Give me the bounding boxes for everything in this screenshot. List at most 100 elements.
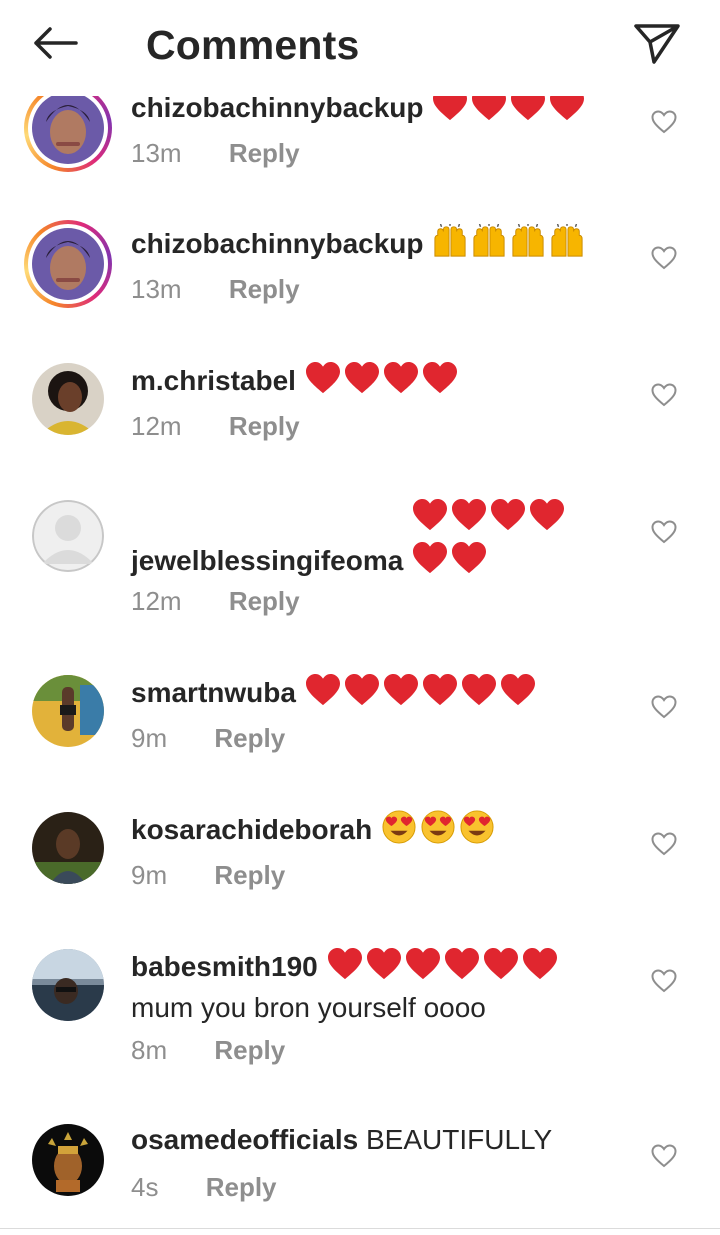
red-heart-icon — [413, 541, 448, 574]
emoji-row — [304, 361, 460, 404]
default-avatar-icon — [32, 500, 104, 572]
avatar[interactable] — [32, 675, 104, 747]
emoji-row — [304, 673, 538, 716]
avatar[interactable] — [32, 500, 104, 572]
reply-button[interactable]: Reply — [229, 411, 300, 442]
red-heart-icon — [344, 673, 379, 706]
comment-text: osamedeofficials BEAUTIFULLY — [131, 1122, 631, 1158]
avatar[interactable] — [24, 220, 112, 308]
like-heart-icon[interactable] — [651, 110, 677, 134]
page-title: Comments — [146, 22, 360, 68]
paper-plane-icon[interactable] — [630, 18, 684, 68]
comment-username[interactable]: osamedeofficials — [131, 1124, 358, 1155]
comment-meta: 13m Reply — [131, 138, 300, 169]
comment-body: mum you bron yourself oooo — [131, 992, 486, 1023]
reply-button[interactable]: Reply — [229, 274, 300, 305]
comment-text: chizobachinnybackup — [131, 223, 631, 267]
heart-eyes-icon — [460, 810, 494, 844]
like-heart-icon[interactable] — [651, 383, 677, 407]
red-heart-icon — [305, 361, 340, 394]
comment-text: smartnwuba — [131, 673, 631, 716]
comment-username[interactable]: kosarachideborah — [131, 814, 372, 845]
raised-hands-icon — [512, 223, 544, 257]
avatar[interactable] — [32, 363, 104, 435]
comment-username[interactable]: chizobachinnybackup — [131, 92, 424, 123]
like-heart-icon[interactable] — [651, 832, 677, 856]
reply-button[interactable]: Reply — [206, 1172, 277, 1203]
comment-text: m.christabel — [131, 361, 631, 404]
reply-button[interactable]: Reply — [229, 586, 300, 617]
comment-time: 13m — [131, 274, 182, 304]
comment-meta: 13m Reply — [131, 274, 300, 305]
comment-username[interactable]: chizobachinnybackup — [131, 228, 424, 259]
reply-button[interactable]: Reply — [214, 723, 285, 754]
like-heart-icon[interactable] — [651, 1144, 677, 1168]
comment-meta: 4s Reply — [131, 1172, 277, 1203]
avatar[interactable] — [32, 812, 104, 884]
top-bar: Comments — [0, 0, 720, 96]
red-heart-icon — [452, 498, 487, 531]
like-heart-icon[interactable] — [651, 246, 677, 270]
red-heart-icon — [413, 498, 448, 531]
avatar-photo — [32, 812, 104, 884]
comment-meta: 9m Reply — [131, 723, 285, 754]
comment-meta: 12m Reply — [131, 586, 300, 617]
reply-button[interactable]: Reply — [229, 138, 300, 169]
comment-text: jewelblessingifeoma — [131, 498, 631, 584]
avatar[interactable] — [24, 84, 112, 172]
red-heart-icon — [366, 947, 401, 980]
comment-meta: 9m Reply — [131, 860, 285, 891]
reply-button[interactable]: Reply — [214, 860, 285, 891]
red-heart-icon — [461, 673, 496, 706]
avatar-photo — [32, 949, 104, 1021]
red-heart-icon — [422, 361, 457, 394]
red-heart-icon — [491, 498, 526, 531]
red-heart-icon — [483, 947, 518, 980]
comment-meta: 8m Reply — [131, 1035, 285, 1066]
red-heart-icon — [422, 673, 457, 706]
comment-username[interactable]: jewelblessingifeoma — [131, 545, 403, 576]
like-heart-icon[interactable] — [651, 695, 677, 719]
comment-time: 8m — [131, 1035, 168, 1065]
heart-eyes-icon — [382, 810, 416, 844]
red-heart-icon — [383, 361, 418, 394]
avatar-photo — [32, 1124, 104, 1196]
red-heart-icon — [405, 947, 440, 980]
red-heart-icon — [452, 541, 487, 574]
comment-body: BEAUTIFULLY — [365, 1124, 553, 1155]
avatar[interactable] — [32, 949, 104, 1021]
red-heart-icon — [327, 947, 362, 980]
avatar-photo — [32, 363, 104, 435]
emoji-row — [326, 947, 560, 990]
comment-time: 12m — [131, 411, 182, 441]
comment-text: babesmith190 mum you bron yourself oooo — [131, 947, 631, 1026]
emoji-row — [380, 810, 497, 853]
comment-username[interactable]: smartnwuba — [131, 677, 296, 708]
reply-button[interactable]: Reply — [214, 1035, 285, 1066]
comments-list: chizobachinnybackup 13m Reply chizobachi… — [0, 0, 720, 1235]
avatar-photo — [32, 675, 104, 747]
comment-username[interactable]: babesmith190 — [131, 951, 318, 982]
comment-text: kosarachideborah — [131, 810, 631, 853]
avatar-photo — [32, 92, 104, 164]
emoji-row — [431, 223, 587, 267]
like-heart-icon[interactable] — [651, 520, 677, 544]
red-heart-icon — [444, 947, 479, 980]
avatar-photo — [32, 228, 104, 300]
raised-hands-icon — [473, 223, 505, 257]
raised-hands-icon — [434, 223, 466, 257]
heart-eyes-icon — [421, 810, 455, 844]
arrow-left-icon[interactable] — [26, 20, 84, 66]
comment-time: 12m — [131, 586, 182, 616]
avatar[interactable] — [32, 1124, 104, 1196]
raised-hands-icon — [551, 223, 583, 257]
like-heart-icon[interactable] — [651, 969, 677, 993]
emoji-row — [411, 498, 567, 584]
red-heart-icon — [500, 673, 535, 706]
red-heart-icon — [305, 673, 340, 706]
red-heart-icon — [344, 361, 379, 394]
red-heart-icon — [530, 498, 565, 531]
red-heart-icon — [522, 947, 557, 980]
comment-username[interactable]: m.christabel — [131, 365, 296, 396]
comment-time: 4s — [131, 1172, 159, 1202]
